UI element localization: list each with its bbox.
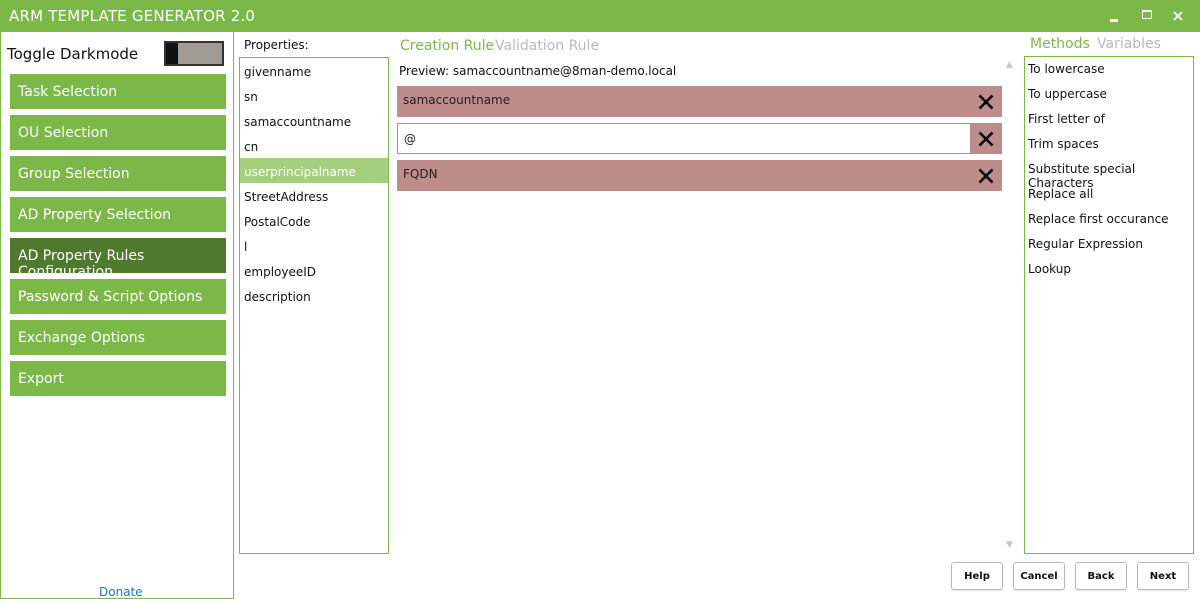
tab-methods[interactable]: Methods <box>1030 36 1090 52</box>
property-item[interactable]: cn <box>240 133 388 158</box>
rule-part-text: samaccountname <box>403 93 511 107</box>
properties-label: Properties: <box>244 38 309 52</box>
property-item[interactable]: givenname <box>240 58 388 83</box>
property-item[interactable]: l <box>240 233 388 258</box>
remove-rule-part-button[interactable] <box>970 160 1002 191</box>
close-icon <box>1173 11 1183 21</box>
nav-group-selection[interactable]: Group Selection <box>10 156 226 191</box>
remove-rule-part-button[interactable] <box>970 86 1002 117</box>
rule-part-text-row <box>397 123 1002 154</box>
nav-ad-property-selection[interactable]: AD Property Selection <box>10 197 226 232</box>
method-item[interactable]: Substitute special Characters <box>1025 157 1193 190</box>
close-icon <box>978 131 994 147</box>
window-title: ARM TEMPLATE GENERATOR 2.0 <box>9 7 256 25</box>
method-item[interactable]: Lookup <box>1025 257 1193 282</box>
rule-part-variable: FQDN <box>397 160 1002 191</box>
tab-validation-rule[interactable]: Validation Rule <box>495 38 599 54</box>
property-item[interactable]: sn <box>240 83 388 108</box>
close-button[interactable] <box>1165 4 1191 28</box>
nav-exchange-options[interactable]: Exchange Options <box>10 320 226 355</box>
title-bar: ARM TEMPLATE GENERATOR 2.0 <box>0 0 1200 32</box>
property-item[interactable]: StreetAddress <box>240 183 388 208</box>
minimize-icon <box>1110 19 1118 22</box>
nav-export[interactable]: Export <box>10 361 226 396</box>
method-item[interactable]: Replace first occurance <box>1025 207 1193 232</box>
method-item[interactable]: Trim spaces <box>1025 132 1193 157</box>
close-icon <box>978 94 994 110</box>
sidebar: Toggle Darkmode Task Selection OU Select… <box>0 32 234 599</box>
property-item[interactable]: description <box>240 283 388 308</box>
scroll-down-icon[interactable]: ▼ <box>1006 540 1013 550</box>
rule-preview: Preview: samaccountname@8man-demo.local <box>399 64 677 78</box>
nav-password-script-options[interactable]: Password & Script Options <box>10 279 226 314</box>
remove-rule-part-button[interactable] <box>970 123 1002 154</box>
scroll-up-icon[interactable]: ▲ <box>1006 60 1013 70</box>
tab-creation-rule[interactable]: Creation Rule <box>400 38 494 54</box>
rule-part-input[interactable] <box>397 123 971 154</box>
method-item[interactable]: Regular Expression <box>1025 232 1193 257</box>
nav-task-selection[interactable]: Task Selection <box>10 74 226 109</box>
methods-list: To lowercase To uppercase First letter o… <box>1024 56 1194 554</box>
donate-link[interactable]: Donate <box>99 585 143 599</box>
rule-part-text: FQDN <box>403 167 438 181</box>
back-button[interactable]: Back <box>1075 562 1127 590</box>
toggle-knob <box>166 43 178 64</box>
property-item[interactable]: employeeID <box>240 258 388 283</box>
rule-part-variable: samaccountname <box>397 86 1002 117</box>
method-item[interactable]: First letter of <box>1025 107 1193 132</box>
darkmode-label: Toggle Darkmode <box>7 45 139 63</box>
method-item[interactable]: Replace all <box>1025 182 1193 207</box>
maximize-icon <box>1142 10 1152 19</box>
property-item[interactable]: samaccountname <box>240 108 388 133</box>
tab-variables[interactable]: Variables <box>1097 36 1161 52</box>
property-item[interactable]: PostalCode <box>240 208 388 233</box>
minimize-button[interactable] <box>1101 4 1127 28</box>
nav-ou-selection[interactable]: OU Selection <box>10 115 226 150</box>
next-button[interactable]: Next <box>1137 562 1189 590</box>
maximize-button[interactable] <box>1134 4 1160 28</box>
method-item[interactable]: To uppercase <box>1025 82 1193 107</box>
method-item[interactable]: To lowercase <box>1025 57 1193 82</box>
cancel-button[interactable]: Cancel <box>1013 562 1065 590</box>
help-button[interactable]: Help <box>951 562 1003 590</box>
property-item-selected[interactable]: userprincipalname <box>240 158 388 183</box>
properties-list: givenname sn samaccountname cn userprinc… <box>239 57 389 554</box>
close-icon <box>978 168 994 184</box>
darkmode-toggle[interactable] <box>164 41 224 66</box>
nav-ad-property-rules-configuration[interactable]: AD Property Rules Configuration <box>10 238 226 280</box>
